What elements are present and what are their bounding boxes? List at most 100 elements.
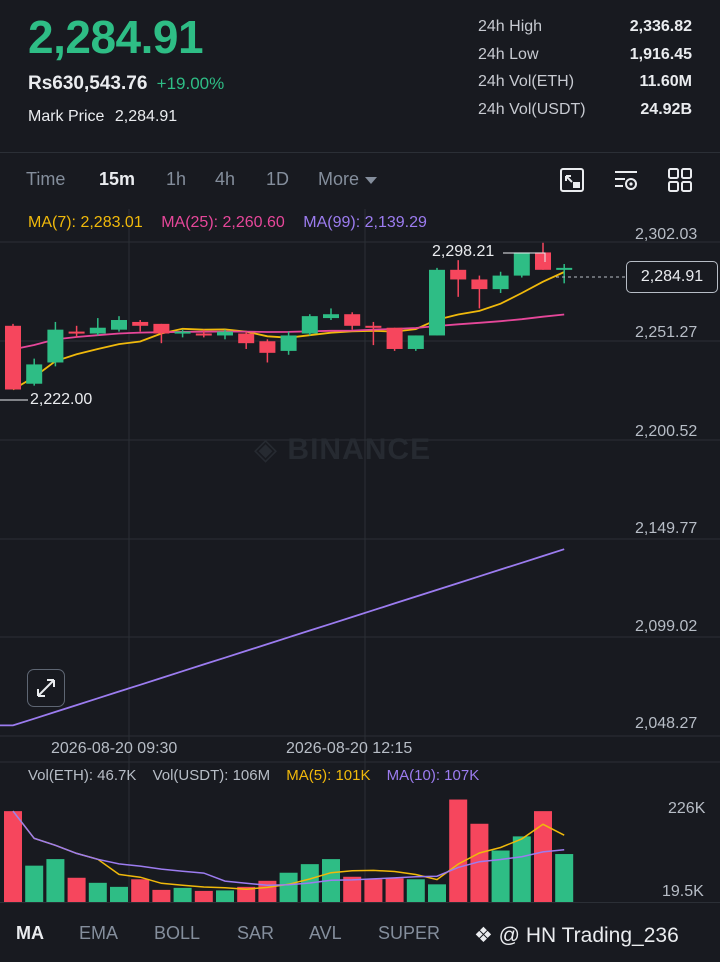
binance-square-logo-icon: ❖ [474, 924, 493, 947]
volume-bar [279, 872, 298, 902]
price-tick: 2,099.02 [635, 618, 698, 635]
low-price-label: 2,222.00 [30, 391, 93, 408]
mark-price-row: Mark Price 2,284.91 [28, 108, 177, 126]
candle-body [280, 335, 297, 351]
candle-body [492, 275, 509, 290]
volume-bar [385, 878, 404, 902]
volume-tick: 226K [668, 800, 706, 817]
mark-price-label: Mark Price [28, 108, 105, 125]
indicator-tab-super[interactable]: SUPER [378, 923, 440, 944]
fiat-row: Rs630,543.76 +19.00% [28, 73, 224, 95]
expand-arrows-icon [37, 679, 55, 697]
24h-stats: 24h High 2,336.82 24h Low 1,916.45 24h V… [478, 18, 692, 128]
indicator-tab-boll[interactable]: BOLL [154, 923, 200, 944]
price-tick: 2,048.27 [635, 715, 698, 732]
price-tick: 2,200.52 [635, 423, 698, 440]
time-tick: 2026-08-20 12:15 [286, 740, 413, 757]
volume-bar [67, 877, 86, 902]
candle-body [301, 316, 318, 334]
chart-settings-icon[interactable] [613, 167, 639, 193]
volume-bar [512, 836, 531, 902]
candle-body [259, 341, 276, 353]
indicator-tab-sar[interactable]: SAR [237, 923, 274, 944]
indicator-tab-avl[interactable]: AVL [309, 923, 342, 944]
chart-grid [0, 209, 720, 902]
stat-24h-vol-eth: 24h Vol(ETH) 11.60M [478, 73, 692, 101]
candle-body [556, 267, 573, 270]
tab-more[interactable]: More [318, 169, 378, 190]
stat-value: 2,336.82 [629, 18, 692, 35]
volume-bar [428, 884, 446, 902]
expand-chart-button[interactable] [27, 669, 65, 707]
stat-label: 24h Vol(ETH) [478, 73, 575, 90]
tab-1h[interactable]: 1h [166, 169, 186, 190]
volume-tick: 19.5K [662, 883, 704, 900]
stat-label: 24h Low [478, 45, 539, 63]
volume-bar [216, 890, 234, 902]
volume-legend: Vol(ETH): 46.7K Vol(USDT): 106M MA(5): 1… [28, 767, 491, 784]
grid-layout-icon[interactable] [667, 167, 693, 193]
candle-body [429, 269, 445, 336]
stat-24h-low: 24h Low 1,916.45 [478, 46, 692, 74]
volume-bar [110, 886, 128, 902]
volume-bar [173, 887, 192, 902]
candle-body [89, 327, 106, 334]
indicator-tab-ema[interactable]: EMA [79, 923, 118, 944]
candlesticks [5, 242, 573, 390]
volume-bar [194, 890, 213, 902]
candle-body [153, 323, 170, 334]
ma-legend: MA(7): 2,283.01 MA(25): 2,260.60 MA(99):… [28, 214, 441, 232]
volume-bar [88, 882, 107, 902]
stat-24h-vol-usdt: 24h Vol(USDT) 24.92B [478, 101, 692, 129]
vol-eth: Vol(ETH): 46.7K [28, 767, 137, 784]
candle-body [26, 364, 43, 384]
last-price: 2,284.91 [28, 11, 204, 63]
candle-body [535, 252, 551, 270]
candle-body [47, 329, 64, 363]
volume-bar [555, 854, 574, 902]
stat-value: 1,916.45 [629, 45, 692, 63]
volume-bar [131, 879, 150, 902]
price-chart[interactable] [0, 209, 720, 902]
volume-bar [152, 889, 171, 902]
current-price-tag[interactable]: 2,284.91 [626, 261, 718, 293]
candle-body [365, 325, 382, 328]
binance-logo-icon: ◈ [254, 433, 279, 466]
candle-body [344, 314, 361, 326]
candle-body [386, 327, 403, 349]
vol-usdt: Vol(USDT): 106M [152, 767, 271, 784]
mark-price-value: 2,284.91 [114, 108, 178, 125]
tab-time[interactable]: Time [26, 169, 65, 190]
volume-bar [406, 879, 425, 902]
candle-body [217, 331, 233, 336]
stat-label: 24h High [478, 18, 543, 35]
fullscreen-chart-icon[interactable] [559, 167, 585, 193]
high-price-label: 2,298.21 [432, 243, 495, 260]
watermark-text: BINANCE [287, 433, 432, 466]
indicator-tab-ma[interactable]: MA [16, 923, 44, 944]
caret-down-icon [365, 176, 378, 184]
tab-15m[interactable]: 15m [99, 169, 135, 190]
time-tick: 2026-08-20 09:30 [51, 740, 178, 757]
ma25-value: MA(25): 2,260.60 [161, 214, 285, 231]
volume-bar [46, 859, 65, 902]
volume-bar [4, 811, 22, 902]
candle-body [323, 314, 339, 319]
candle-body [132, 321, 149, 326]
price-change-percent: +19.00% [156, 74, 225, 93]
stat-24h-high: 24h High 2,336.82 [478, 18, 692, 46]
volume-bar [364, 879, 383, 902]
creator-watermark: ❖ @ HN Trading_236 [474, 923, 679, 948]
candle-body [68, 331, 85, 334]
ticker-header: 2,284.91 Rs630,543.76 +19.00% Mark Price… [0, 0, 720, 152]
stat-value: 24.92B [640, 100, 692, 118]
chart-toolbar: Time 15m 1h 4h 1D More [0, 153, 720, 209]
chart-canvas[interactable] [0, 209, 720, 902]
stat-value: 11.60M [639, 73, 692, 90]
candle-body [174, 331, 191, 334]
tab-4h[interactable]: 4h [215, 169, 235, 190]
more-label: More [318, 169, 360, 189]
ma99-value: MA(99): 2,139.29 [303, 214, 427, 231]
candle-body [407, 335, 424, 349]
tab-1d[interactable]: 1D [266, 169, 289, 190]
